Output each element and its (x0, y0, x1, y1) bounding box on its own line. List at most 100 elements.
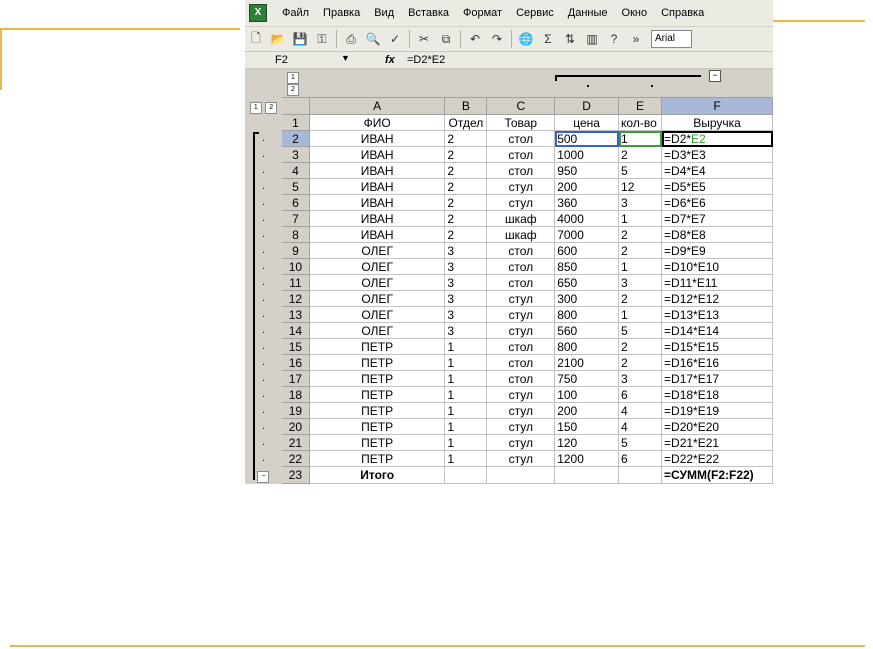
cell-cena[interactable]: 150 (554, 418, 620, 435)
cell-tovar[interactable]: шкаф (486, 210, 556, 227)
cell-cena[interactable]: 300 (554, 290, 620, 307)
row-header[interactable]: 21 (280, 434, 310, 451)
cell-kolvo[interactable]: 2 (618, 354, 663, 371)
column-header-a[interactable]: A (308, 97, 446, 115)
menu-format[interactable]: Формат (456, 7, 509, 19)
cell-cena[interactable]: 500 (554, 130, 620, 147)
cell-otdel[interactable]: 1 (444, 386, 488, 403)
menu-view[interactable]: Вид (367, 7, 401, 19)
menu-edit[interactable]: Правка (316, 7, 367, 19)
undo-icon[interactable]: ↶ (466, 30, 484, 48)
cell-otdel[interactable]: 3 (444, 290, 488, 307)
row-header[interactable]: 16 (280, 354, 310, 371)
cell-d1[interactable]: цена (554, 114, 620, 131)
cell-otdel[interactable]: 2 (444, 210, 488, 227)
row-header[interactable]: 12 (280, 290, 310, 307)
chart-icon[interactable]: ▥ (583, 30, 601, 48)
cell-tovar[interactable]: стул (486, 386, 556, 403)
cell-cena[interactable]: 7000 (554, 226, 620, 243)
cell-tovar[interactable]: стол (486, 146, 556, 163)
name-box[interactable]: F2 ▼ (245, 53, 385, 67)
select-all-corner[interactable] (280, 97, 310, 115)
row-header[interactable]: 6 (280, 194, 310, 211)
redo-icon[interactable]: ↷ (488, 30, 506, 48)
cell-tovar[interactable]: стул (486, 178, 556, 195)
cell-cena[interactable]: 360 (554, 194, 620, 211)
cell-fio[interactable]: ИВАН (308, 162, 446, 179)
cell-cena[interactable]: 120 (554, 434, 620, 451)
cell-fio[interactable]: ОЛЕГ (308, 322, 446, 339)
row-header[interactable]: 8 (280, 226, 310, 243)
cell-tovar[interactable]: стул (486, 322, 556, 339)
cell-otdel[interactable]: 2 (444, 130, 488, 147)
cell-otdel[interactable]: 3 (444, 306, 488, 323)
print-icon[interactable]: ⎙ (342, 30, 360, 48)
row-header[interactable]: 22 (280, 450, 310, 467)
row-header[interactable]: 19 (280, 402, 310, 419)
row-header[interactable]: 1 (280, 114, 310, 131)
cell-cena[interactable]: 800 (554, 306, 620, 323)
cell-otdel[interactable]: 3 (444, 322, 488, 339)
cut-icon[interactable]: ✂ (415, 30, 433, 48)
cell-fio[interactable]: ИВАН (308, 194, 446, 211)
cell-otdel[interactable]: 1 (444, 354, 488, 371)
cell-kolvo[interactable]: 5 (618, 162, 663, 179)
cell-vyruchka[interactable]: =D4*E4 (661, 162, 773, 179)
cell-vyruchka[interactable]: =D22*E22 (661, 450, 773, 467)
cell-vyruchka[interactable]: =D11*E11 (661, 274, 773, 291)
row-header[interactable]: 4 (280, 162, 310, 179)
cell-tovar[interactable]: стол (486, 338, 556, 355)
cell-tovar[interactable]: стул (486, 306, 556, 323)
cell-otdel[interactable]: 3 (444, 258, 488, 275)
row-header[interactable]: 18 (280, 386, 310, 403)
sum-icon[interactable]: Σ (539, 30, 557, 48)
permission-icon[interactable]: ⚿ (313, 30, 331, 48)
cell-cena[interactable]: 200 (554, 178, 620, 195)
cell-kolvo[interactable]: 1 (618, 306, 663, 323)
cell-cena[interactable]: 200 (554, 402, 620, 419)
cell-vyruchka[interactable]: =D18*E18 (661, 386, 773, 403)
cell-vyruchka[interactable]: =D21*E21 (661, 434, 773, 451)
column-header-b[interactable]: B (444, 97, 488, 115)
cell-fio[interactable]: ОЛЕГ (308, 242, 446, 259)
cell-cena[interactable]: 650 (554, 274, 620, 291)
cell-kolvo[interactable]: 4 (618, 402, 663, 419)
cell-tovar[interactable]: стол (486, 354, 556, 371)
cell-fio[interactable]: ОЛЕГ (308, 290, 446, 307)
cell-vyruchka[interactable]: =D17*E17 (661, 370, 773, 387)
preview-icon[interactable]: 🔍 (364, 30, 382, 48)
cell-cena[interactable]: 600 (554, 242, 620, 259)
cell-kolvo[interactable]: 6 (618, 386, 663, 403)
cell-tovar[interactable]: стул (486, 450, 556, 467)
cell-otdel[interactable]: 1 (444, 370, 488, 387)
cell-otdel[interactable]: 1 (444, 434, 488, 451)
cell-fio[interactable]: ПЕТР (308, 418, 446, 435)
cell-kolvo[interactable]: 12 (618, 178, 663, 195)
cell-vyruchka[interactable]: =D7*E7 (661, 210, 773, 227)
row-header[interactable]: 23 (280, 466, 310, 484)
more-icon[interactable]: » (627, 30, 645, 48)
menu-file[interactable]: Файл (275, 7, 316, 19)
cell-fio[interactable]: ПЕТР (308, 386, 446, 403)
cell-cena[interactable]: 850 (554, 258, 620, 275)
cell-tovar[interactable]: стул (486, 194, 556, 211)
cell-vyruchka[interactable]: =D2*E2 (661, 130, 773, 147)
cell-tovar[interactable]: стол (486, 162, 556, 179)
cell-otdel[interactable]: 1 (444, 450, 488, 467)
col-collapse-button[interactable]: − (709, 70, 721, 82)
cell-otdel[interactable]: 1 (444, 338, 488, 355)
cell-vyruchka[interactable]: =D14*E14 (661, 322, 773, 339)
row-header[interactable]: 13 (280, 306, 310, 323)
cell-otdel[interactable]: 2 (444, 162, 488, 179)
cell-kolvo[interactable]: 4 (618, 418, 663, 435)
sort-icon[interactable]: ⇅ (561, 30, 579, 48)
menu-help[interactable]: Справка (654, 7, 711, 19)
row-collapse-button[interactable]: − (257, 471, 270, 483)
fx-icon[interactable]: fx (385, 54, 407, 66)
menu-data[interactable]: Данные (561, 7, 615, 19)
cell-otdel[interactable]: 2 (444, 194, 488, 211)
cell-otdel[interactable]: 1 (444, 418, 488, 435)
row-header[interactable]: 15 (280, 338, 310, 355)
column-header-e[interactable]: E (618, 97, 663, 115)
menu-window[interactable]: Окно (615, 7, 655, 19)
